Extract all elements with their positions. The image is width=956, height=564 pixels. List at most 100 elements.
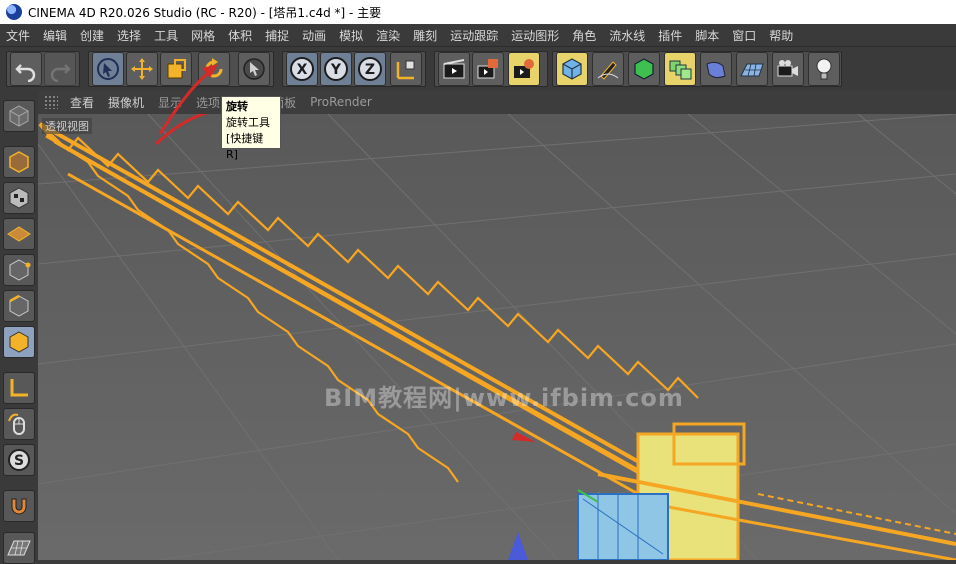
viewport-menu-prorender[interactable]: ProRender xyxy=(310,95,372,109)
main-toolbar: X Y Z xyxy=(0,46,956,90)
tweak-mode-button[interactable] xyxy=(3,408,35,440)
window-title: CINEMA 4D R20.026 Studio (RC - R20) - [塔… xyxy=(28,5,382,20)
workplane-icon xyxy=(7,226,31,242)
x-axis-button[interactable]: X xyxy=(286,52,318,86)
undo-icon xyxy=(15,64,36,82)
viewport-grip-icon[interactable] xyxy=(44,95,58,109)
axis-mode-button[interactable] xyxy=(3,372,35,404)
polygons-mode-button[interactable] xyxy=(3,326,35,358)
coordinate-system-icon xyxy=(396,60,415,80)
grid-icon xyxy=(7,540,31,556)
points-mode-icon xyxy=(9,259,31,281)
grid-snap-button[interactable] xyxy=(3,532,35,564)
menu-sculpt[interactable]: 雕刻 xyxy=(413,27,437,44)
annotation-arrow-line xyxy=(158,68,213,135)
solo-icon: S xyxy=(8,449,30,471)
menu-pipeline[interactable]: 流水线 xyxy=(609,27,645,44)
points-mode-button[interactable] xyxy=(3,254,35,286)
menu-select[interactable]: 选择 xyxy=(117,27,141,44)
camera-icon xyxy=(777,60,798,77)
rotate-tooltip: 旋转 旋转工具 [快捷键 R] xyxy=(221,96,281,161)
menu-simulate[interactable]: 模拟 xyxy=(339,27,363,44)
menu-plugins[interactable]: 插件 xyxy=(658,27,682,44)
mouse-icon xyxy=(8,413,25,435)
subdivision-surface-button[interactable] xyxy=(628,52,660,86)
title-bar: CINEMA 4D R20.026 Studio (RC - R20) - [塔… xyxy=(0,0,956,24)
menu-animate[interactable]: 动画 xyxy=(302,27,326,44)
x-axis-label: X xyxy=(297,62,308,78)
menu-script[interactable]: 脚本 xyxy=(695,27,719,44)
deformer-icon xyxy=(706,61,726,79)
model-mode-button[interactable] xyxy=(3,146,35,178)
y-axis-label: Y xyxy=(330,62,342,78)
menu-bar: 文件 编辑 创建 选择 工具 网格 体积 捕捉 动画 模拟 渲染 雕刻 运动跟踪… xyxy=(0,24,956,46)
live-selection-icon xyxy=(97,58,119,80)
viewport-scene xyxy=(38,114,956,560)
workplane-mode-button[interactable] xyxy=(3,218,35,250)
tooltip-title: 旋转 xyxy=(226,100,248,113)
undo-button[interactable] xyxy=(10,52,42,86)
redo-icon xyxy=(50,64,71,82)
menu-file[interactable]: 文件 xyxy=(6,27,30,44)
y-axis-icon: Y xyxy=(324,57,348,81)
y-axis-button[interactable]: Y xyxy=(320,52,352,86)
subdivision-icon xyxy=(634,58,654,80)
light-button[interactable] xyxy=(808,52,840,86)
pen-icon xyxy=(597,61,619,80)
model-mode-icon xyxy=(9,151,29,173)
texture-mode-button[interactable] xyxy=(3,182,35,214)
cube-object-button[interactable] xyxy=(556,52,588,86)
z-axis-icon: Z xyxy=(358,57,382,81)
polygons-mode-icon xyxy=(9,331,29,353)
watermark: BIM教程网|www.ifbim.com xyxy=(324,384,684,412)
menu-mograph[interactable]: 运动图形 xyxy=(511,27,559,44)
snap-button[interactable] xyxy=(3,490,35,522)
viewport-menu-view[interactable]: 查看 xyxy=(70,94,94,111)
floor-button[interactable] xyxy=(736,52,768,86)
array-button[interactable] xyxy=(664,52,696,86)
menu-render[interactable]: 渲染 xyxy=(376,27,400,44)
viewport-menu-cameras[interactable]: 摄像机 xyxy=(108,94,144,111)
cinema4d-logo-icon xyxy=(6,4,22,20)
menu-snap[interactable]: 捕捉 xyxy=(265,27,289,44)
viewport-label: 透视视图 xyxy=(42,118,92,134)
menu-tools[interactable]: 工具 xyxy=(154,27,178,44)
menu-motion-tracker[interactable]: 运动跟踪 xyxy=(450,27,498,44)
edges-mode-button[interactable] xyxy=(3,290,35,322)
pen-spline-button[interactable] xyxy=(592,52,624,86)
menu-edit[interactable]: 编辑 xyxy=(43,27,67,44)
render-view-icon xyxy=(443,59,465,79)
z-axis-button[interactable]: Z xyxy=(354,52,386,86)
light-icon xyxy=(816,58,832,80)
array-icon xyxy=(669,60,692,80)
render-view-button[interactable] xyxy=(438,52,470,86)
menu-character[interactable]: 角色 xyxy=(572,27,596,44)
cube-icon xyxy=(562,58,582,80)
magnet-icon xyxy=(11,498,27,515)
coordinate-system-button[interactable] xyxy=(390,52,422,86)
tooltip-description: 旋转工具 xyxy=(226,116,270,129)
left-tool-palette: S xyxy=(0,90,39,564)
svg-text:S: S xyxy=(14,453,24,469)
picture-viewer-button[interactable] xyxy=(472,52,504,86)
menu-window[interactable]: 窗口 xyxy=(732,27,756,44)
axis-mode-icon xyxy=(10,379,28,397)
render-settings-icon xyxy=(514,59,534,78)
make-editable-icon xyxy=(9,105,29,127)
solo-button[interactable]: S xyxy=(3,444,35,476)
floor-icon xyxy=(740,63,764,77)
tooltip-shortcut: [快捷键 R] xyxy=(226,132,264,161)
menu-help[interactable]: 帮助 xyxy=(769,27,793,44)
live-selection-button[interactable] xyxy=(92,52,124,86)
camera-button[interactable] xyxy=(772,52,804,86)
menu-volume[interactable]: 体积 xyxy=(228,27,252,44)
make-editable-button[interactable] xyxy=(3,100,35,132)
x-axis-icon: X xyxy=(290,57,314,81)
redo-button[interactable] xyxy=(44,52,76,86)
menu-create[interactable]: 创建 xyxy=(80,27,104,44)
edges-mode-icon xyxy=(9,294,29,317)
render-settings-button[interactable] xyxy=(508,52,540,86)
menu-mesh[interactable]: 网格 xyxy=(191,27,215,44)
perspective-viewport[interactable]: 透视视图 BIM教程网|www.ifbim.com xyxy=(38,114,956,560)
deformer-button[interactable] xyxy=(700,52,732,86)
